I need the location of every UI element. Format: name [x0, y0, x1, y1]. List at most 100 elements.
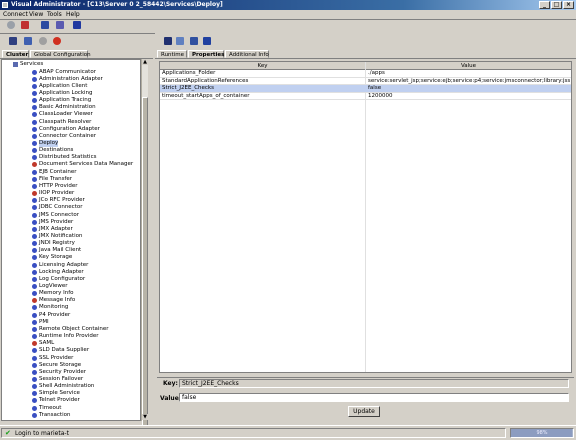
tree-item-label: Classpath Resolver [39, 118, 92, 125]
service-icon [32, 391, 37, 397]
column-header-value[interactable]: Value [366, 62, 571, 70]
tree-item-label: EJB Container [39, 168, 77, 175]
menu-view[interactable]: View [29, 10, 43, 19]
tree-scrollbar[interactable]: ▲ ▼ [141, 59, 148, 427]
tree-item-label: Telnet Provider [39, 397, 80, 404]
tree-item-label: Shell Administration [39, 383, 95, 390]
tree-item-label: Remote Object Container [39, 325, 109, 332]
service-icon [32, 269, 37, 275]
service-icon [32, 141, 37, 146]
property-key-cell: Strict_J2EE_Checks [162, 85, 214, 91]
connect-icon[interactable] [6, 20, 16, 30]
tab-additional-info[interactable]: Additional Info [225, 50, 269, 58]
tree-item-label: Locking Adapter [39, 268, 84, 275]
restore-icon[interactable] [189, 36, 199, 46]
service-icon [32, 169, 37, 175]
service-icon [32, 355, 37, 361]
tree-item-label: P4 Provider [39, 311, 71, 318]
tree-item-label: Session Failover [39, 375, 84, 382]
tree-item-label: Timeout [39, 404, 62, 411]
tree-item-label: Basic Administration [39, 104, 96, 111]
memory-value: 98% [536, 430, 548, 436]
service-icon [32, 262, 37, 268]
menu-connect[interactable]: Connect [3, 10, 28, 19]
copy-icon[interactable] [175, 36, 185, 46]
service-icon [32, 248, 37, 254]
service-stopped-icon [32, 191, 37, 197]
service-icon [32, 284, 37, 289]
table-row[interactable]: StandardApplicationReferences service:ser… [160, 77, 571, 85]
tree-item-label: File Transfer [39, 175, 73, 182]
property-value-cell: service:servlet_jsp;service:ejb;service:… [368, 77, 570, 84]
tree-item-label: Application Locking [39, 89, 93, 96]
start-service-icon[interactable] [38, 36, 48, 46]
property-key-cell: StandardApplicationReferences [162, 77, 249, 84]
tree-item-label: JMX Notification [39, 232, 83, 239]
tab-runtime[interactable]: Runtime [157, 50, 187, 58]
update-button[interactable]: Update [348, 406, 380, 417]
status-bar: ✔ Login to marieta-t 98% [0, 425, 576, 440]
toolbar-separator [0, 33, 155, 34]
tree-item-label: JNDI Registry [39, 240, 75, 247]
properties-icon[interactable] [202, 36, 212, 46]
tree-item-label: Monitoring [39, 304, 69, 311]
service-icon [32, 98, 37, 104]
tab-properties[interactable]: Properties [188, 50, 224, 58]
scroll-down-icon[interactable]: ▼ [142, 414, 148, 420]
properties-table[interactable]: Key Value Applications_Folder ./apps Stand… [159, 61, 572, 373]
tree-view-icon[interactable] [8, 36, 18, 46]
table-row[interactable]: timeout_startApps_of_container 1200000 [160, 92, 571, 100]
service-stopped-icon [32, 341, 37, 347]
table-row[interactable]: Strict_J2EE_Checks false [160, 85, 571, 93]
tree-item-label: Distributed Statistics [39, 154, 97, 161]
tree-item-label: Security Provider [39, 368, 86, 375]
column-header-key[interactable]: Key [160, 62, 366, 70]
tree-item-label: JMS Provider [39, 218, 74, 225]
menu-tools[interactable]: Tools [47, 10, 62, 19]
scroll-up-icon[interactable]: ▲ [142, 59, 148, 65]
status-message-panel: ✔ Login to marieta-t [1, 428, 506, 438]
help-icon[interactable] [72, 20, 82, 30]
tree-item-label: IIOP Provider [39, 190, 75, 197]
disconnect-icon[interactable] [20, 20, 30, 30]
scrollbar-thumb[interactable] [142, 97, 148, 427]
service-icon [32, 226, 37, 232]
tree-item-label: Runtime Info Provider [39, 333, 99, 340]
tree-item-label: JCo RFC Provider [39, 197, 85, 204]
stop-service-icon[interactable] [52, 36, 62, 46]
service-icon [32, 348, 37, 354]
tree-item-label: Transaction [39, 411, 71, 418]
services-tree[interactable]: Services ABAP Communicator Administration… [1, 59, 141, 421]
close-button[interactable]: × [563, 1, 574, 9]
value-field[interactable]: false [179, 393, 569, 402]
save-icon[interactable] [163, 36, 173, 46]
tree-item-label: ABAP Communicator [39, 68, 96, 75]
tree-item-label: JDBC Connector [39, 204, 83, 211]
tools-icon[interactable] [40, 20, 50, 30]
tree-item-label: LogViewer [39, 283, 68, 289]
memory-indicator[interactable]: 98% [510, 428, 574, 438]
refresh-icon[interactable] [23, 36, 33, 46]
detail-separator [157, 377, 574, 378]
key-label: Key: [163, 380, 178, 387]
tree-item-label: ClassLoader Viewer [39, 111, 93, 118]
minimize-button[interactable]: _ [539, 1, 550, 9]
menu-help[interactable]: Help [66, 10, 80, 19]
tree-item-label: SLD Data Supplier [39, 347, 90, 354]
maximize-button[interactable]: □ [551, 1, 562, 9]
table-row[interactable]: Applications_Folder ./apps [160, 70, 571, 78]
service-icon [32, 412, 37, 418]
tree-item-label: Licensing Adapter [39, 261, 89, 268]
log-viewer-icon[interactable] [55, 20, 65, 30]
service-icon [32, 241, 37, 247]
service-icon [32, 198, 37, 204]
tree-item-label: Message Info [39, 297, 76, 304]
service-icon [32, 112, 37, 118]
tree-item-label: Application Tracing [39, 97, 92, 104]
tree-item-label: Administration Adapter [39, 75, 103, 82]
tab-cluster[interactable]: Cluster [2, 50, 29, 58]
service-icon [32, 305, 37, 311]
tab-global-configuration[interactable]: Global Configuration [30, 50, 91, 58]
property-value-cell: 1200000 [368, 92, 393, 99]
tree-item-label: Java Mail Client [39, 247, 82, 254]
